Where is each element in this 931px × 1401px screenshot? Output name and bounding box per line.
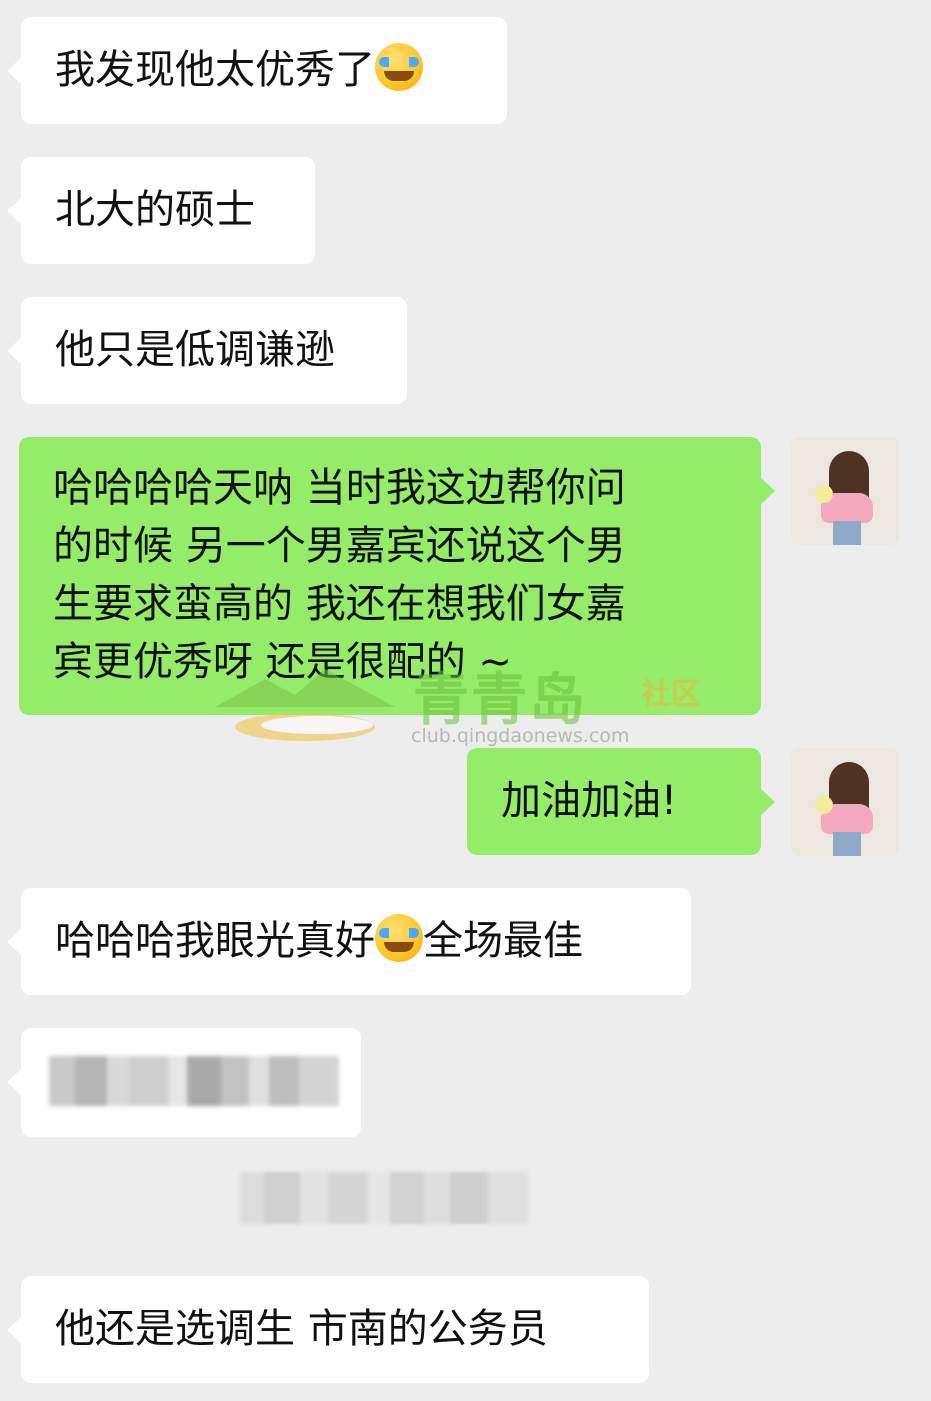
message-line: 生要求蛮高的 我还在想我们女嘉 xyxy=(53,581,626,627)
message-line: 哈哈哈哈天呐 当时我这边帮你问 xyxy=(53,465,626,511)
message-text: 北大的硕士 xyxy=(55,187,255,233)
redacted-message-bubble[interactable] xyxy=(7,1028,361,1137)
avatar[interactable] xyxy=(791,437,899,545)
message-text-after: 全场最佳 xyxy=(423,918,583,964)
message-text-before: 哈哈哈我眼光真好 xyxy=(55,918,375,964)
message-text: 他只是低调谦逊 xyxy=(55,327,335,373)
avatar[interactable] xyxy=(791,748,899,856)
redacted-system-notice xyxy=(240,1172,528,1224)
message-bubble-1[interactable]: 我发现他太优秀了 xyxy=(7,17,507,124)
message-text: 我发现他太优秀了 xyxy=(55,47,375,93)
watermark-url: club.qingdaonews.com xyxy=(411,725,630,747)
face-with-tears-of-joy-icon xyxy=(375,914,423,962)
message-text: 加油加油! xyxy=(501,778,678,824)
message-bubble-6[interactable]: 哈哈哈我眼光真好 全场最佳 xyxy=(7,888,691,995)
message-bubble-5[interactable]: 加油加油! xyxy=(467,748,775,855)
message-bubble-2[interactable]: 北大的硕士 xyxy=(7,157,315,264)
message-line: 宾更优秀呀 还是很配的 ~ xyxy=(53,639,512,685)
face-with-tears-of-joy-icon xyxy=(375,43,423,91)
message-bubble-4[interactable]: 哈哈哈哈天呐 当时我这边帮你问 的时候 另一个男嘉宾还说这个男 生要求蛮高的 我… xyxy=(19,437,775,715)
message-bubble-3[interactable]: 他只是低调谦逊 xyxy=(7,297,407,404)
message-line: 的时候 另一个男嘉宾还说这个男 xyxy=(53,523,626,569)
message-text: 他还是选调生 市南的公务员 xyxy=(55,1306,548,1352)
redaction-mosaic xyxy=(49,1056,339,1106)
message-bubble-7[interactable]: 他还是选调生 市南的公务员 xyxy=(7,1276,649,1383)
